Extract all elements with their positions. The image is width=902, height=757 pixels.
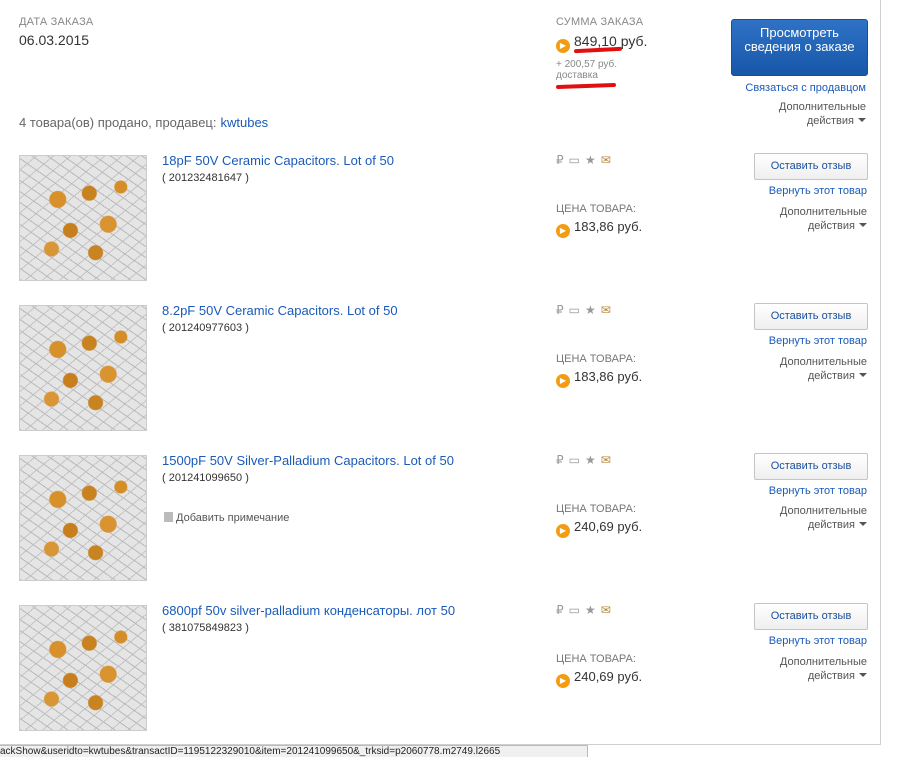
seller-link[interactable]: kwtubes (220, 115, 268, 130)
item-price: ▶ 240,69 руб. (556, 519, 642, 538)
more-actions-item[interactable]: Дополнительные действия (780, 355, 867, 383)
view-order-details-button[interactable]: Просмотреть сведения о заказе (731, 19, 868, 76)
mail-icon: ✉ (600, 153, 611, 167)
add-note-label: Добавить примечание (176, 512, 290, 524)
item-status-icons: ₽ ▭ ★ ✉ (556, 153, 616, 167)
item-price-value: 183,86 руб. (574, 219, 643, 234)
mail-icon: ✉ (600, 453, 611, 467)
leave-feedback-button[interactable]: Оставить отзыв (754, 603, 868, 630)
order-date-block: ДАТА ЗАКАЗА 06.03.2015 (19, 16, 93, 48)
star-icon: ★ (584, 153, 596, 167)
ruble-icon: ₽ (556, 303, 564, 317)
currency-coin-icon: ▶ (556, 524, 570, 538)
more-actions-label-2: действия (807, 370, 855, 382)
item-sku: ( 201232481647 ) (162, 172, 249, 184)
more-actions-label-2: действия (807, 220, 855, 232)
return-item-link[interactable]: Вернуть этот товар (769, 485, 867, 497)
more-actions-label-2: действия (807, 519, 855, 531)
photo-icon: ▭ (568, 303, 580, 317)
contact-seller-link[interactable]: Связаться с продавцом (745, 82, 866, 94)
more-actions-label-2: действия (806, 115, 854, 127)
photo-icon: ▭ (568, 603, 580, 617)
more-actions-label-1: Дополнительные (779, 356, 867, 368)
shipping-label: доставка (556, 70, 598, 81)
order-item: 8.2pF 50V Ceramic Capacitors. Lot of 50 … (0, 303, 881, 443)
item-title-link[interactable]: 1500pF 50V Silver-Palladium Capacitors. … (162, 453, 454, 468)
ruble-icon: ₽ (556, 603, 564, 617)
item-price: ▶ 183,86 руб. (556, 219, 642, 238)
leave-feedback-button[interactable]: Оставить отзыв (754, 153, 868, 180)
return-item-link[interactable]: Вернуть этот товар (769, 635, 867, 647)
item-thumbnail[interactable] (19, 155, 147, 281)
ruble-icon: ₽ (556, 153, 564, 167)
star-icon: ★ (584, 453, 596, 467)
caret-down-icon (859, 373, 867, 377)
order-sum-label: СУММА ЗАКАЗА (556, 16, 644, 28)
item-status-icons: ₽ ▭ ★ ✉ (556, 453, 616, 467)
order-item: 18pF 50V Ceramic Capacitors. Lot of 50 (… (0, 153, 881, 293)
item-price-value: 240,69 руб. (574, 519, 643, 534)
photo-icon: ▭ (568, 453, 580, 467)
more-actions-label-2: действия (807, 670, 855, 682)
order-date: 06.03.2015 (19, 32, 90, 48)
sold-info: 4 товара(ов) продано, продавец: kwtubes (19, 115, 268, 130)
item-sku: ( 201241099650 ) (162, 472, 249, 484)
item-price-label: ЦЕНА ТОВАРА: (556, 353, 636, 365)
more-actions-label-1: Дополнительные (779, 206, 867, 218)
photo-icon: ▭ (568, 153, 580, 167)
item-sku: ( 381075849823 ) (162, 622, 249, 634)
more-actions-item[interactable]: Дополнительные действия (780, 205, 867, 233)
caret-down-icon (859, 673, 867, 677)
star-icon: ★ (584, 603, 596, 617)
caret-down-icon (859, 223, 867, 227)
sold-text: 4 товара(ов) продано, продавец: (19, 115, 217, 130)
more-actions-label-1: Дополнительные (778, 101, 866, 113)
item-sku: ( 201240977603 ) (162, 322, 249, 334)
currency-coin-icon: ▶ (556, 674, 570, 688)
item-price-value: 183,86 руб. (574, 369, 643, 384)
item-price: ▶ 240,69 руб. (556, 669, 642, 688)
more-actions-item[interactable]: Дополнительные действия (780, 504, 867, 532)
order-item: 6800pf 50v silver-palladium конденсаторы… (0, 603, 881, 743)
ruble-icon: ₽ (556, 453, 564, 467)
leave-feedback-button[interactable]: Оставить отзыв (754, 453, 868, 480)
return-item-link[interactable]: Вернуть этот товар (769, 185, 867, 197)
item-price: ▶ 183,86 руб. (556, 369, 642, 388)
shipping-amount: + 200,57 руб. (556, 59, 618, 70)
more-actions-label-1: Дополнительные (779, 505, 867, 517)
mail-icon: ✉ (600, 603, 611, 617)
caret-down-icon (858, 118, 866, 122)
item-title-link[interactable]: 6800pf 50v silver-palladium конденсаторы… (162, 603, 455, 618)
item-title-link[interactable]: 8.2pF 50V Ceramic Capacitors. Lot of 50 (162, 303, 398, 318)
order-item: 1500pF 50V Silver-Palladium Capacitors. … (0, 453, 881, 593)
item-status-icons: ₽ ▭ ★ ✉ (556, 303, 616, 317)
more-actions-order[interactable]: Дополнительные действия (779, 100, 866, 128)
leave-feedback-button[interactable]: Оставить отзыв (754, 303, 868, 330)
item-thumbnail[interactable] (19, 455, 147, 581)
return-item-link[interactable]: Вернуть этот товар (769, 335, 867, 347)
mail-icon: ✉ (600, 303, 611, 317)
add-note-link[interactable]: Добавить примечание (164, 512, 289, 524)
item-thumbnail[interactable] (19, 305, 147, 431)
item-thumbnail[interactable] (19, 605, 147, 731)
item-title-link[interactable]: 18pF 50V Ceramic Capacitors. Lot of 50 (162, 153, 394, 168)
item-price-label: ЦЕНА ТОВАРА: (556, 653, 636, 665)
browser-status-bar: ackShow&useridto=kwtubes&transactID=1195… (0, 745, 588, 757)
currency-coin-icon: ▶ (556, 374, 570, 388)
shipping-info: + 200,57 руб. доставка (556, 59, 647, 81)
item-price-value: 240,69 руб. (574, 669, 643, 684)
order-date-label: ДАТА ЗАКАЗА (19, 16, 94, 28)
caret-down-icon (859, 522, 867, 526)
order-panel: ДАТА ЗАКАЗА 06.03.2015 СУММА ЗАКАЗА ▶ 849… (0, 0, 881, 745)
red-underline-shipping (555, 82, 617, 90)
item-price-label: ЦЕНА ТОВАРА: (556, 203, 636, 215)
item-status-icons: ₽ ▭ ★ ✉ (556, 603, 616, 617)
item-price-label: ЦЕНА ТОВАРА: (556, 503, 636, 515)
star-icon: ★ (584, 303, 596, 317)
more-actions-label-1: Дополнительные (779, 656, 867, 668)
currency-coin-icon: ▶ (556, 224, 570, 238)
more-actions-item[interactable]: Дополнительные действия (780, 655, 867, 683)
note-icon (164, 512, 173, 522)
currency-coin-icon: ▶ (556, 39, 570, 53)
